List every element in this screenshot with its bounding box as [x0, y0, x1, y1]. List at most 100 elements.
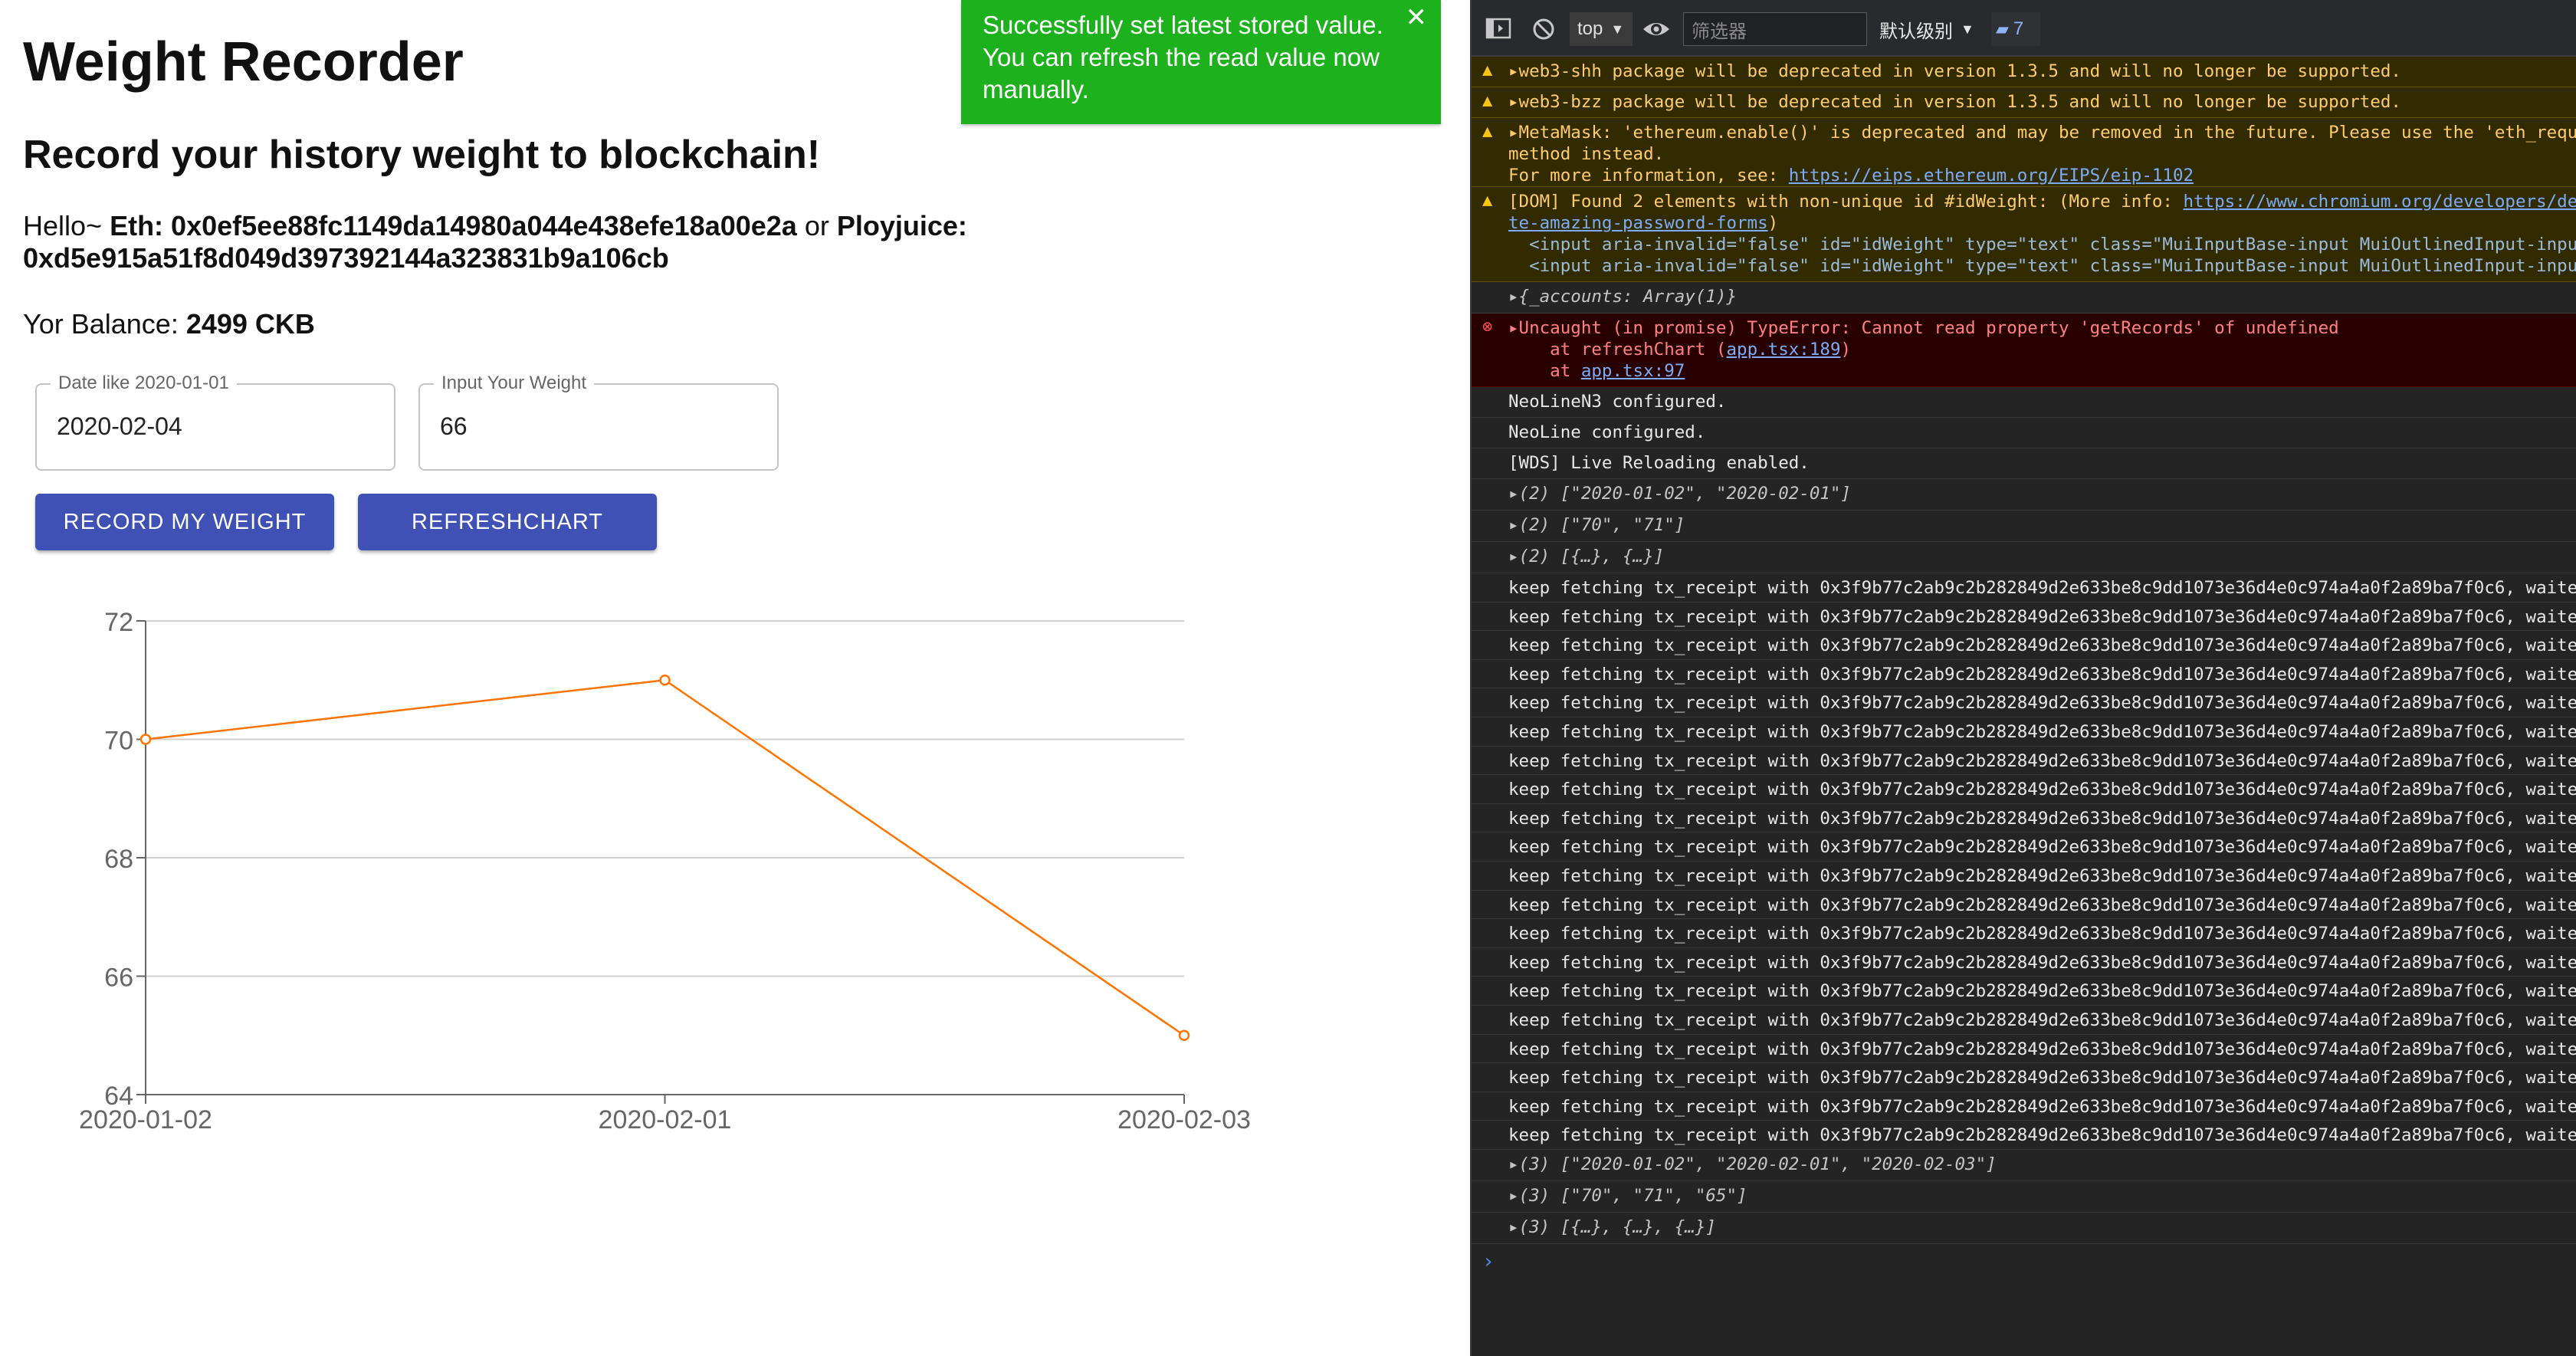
log-text: keep fetching tx_receipt with 0x3f9b77c2… — [1508, 1010, 2576, 1030]
console-message[interactable]: keep fetching tx_receipt with 0x3f9b77c2… — [1472, 832, 2576, 862]
date-field[interactable]: Date like 2020-01-01 2020-02-04 — [35, 373, 395, 471]
console-object[interactable]: ▸(3) ["2020-01-02", "2020-02-01", "2020-… — [1472, 1150, 2576, 1181]
log-text: ▸(2) [{…}, {…}] — [1508, 547, 1665, 566]
console-message[interactable]: NeoLineN3 configured. — [1472, 387, 2576, 418]
balance-value: 2499 CKB — [185, 308, 315, 340]
console-object[interactable]: ▸{_accounts: Array(1)} — [1472, 282, 2576, 314]
console-message[interactable]: keep fetching tx_receipt with 0x3f9b77c2… — [1472, 1035, 2576, 1064]
console-message[interactable]: keep fetching tx_receipt with 0x3f9b77c2… — [1472, 775, 2576, 804]
console-message[interactable]: [WDS] Live Reloading enabled. — [1472, 448, 2576, 479]
log-text: keep fetching tx_receipt with 0x3f9b77c2… — [1508, 1096, 2576, 1117]
page-title: Weight Recorder — [23, 31, 464, 93]
console-message[interactable]: keep fetching tx_receipt with 0x3f9b77c2… — [1472, 747, 2576, 776]
warning-icon: ▲ — [1482, 122, 1493, 141]
message-icon: ▰ — [1996, 19, 2009, 38]
console-message[interactable]: keep fetching tx_receipt with 0x3f9b77c2… — [1472, 573, 2576, 602]
context-selector-label: top — [1577, 18, 1603, 39]
eye-icon[interactable] — [1642, 18, 1671, 40]
console-object[interactable]: ▸(2) ["70", "71"] — [1472, 511, 2576, 542]
console-message[interactable]: keep fetching tx_receipt with 0x3f9b77c2… — [1472, 717, 2576, 747]
weight-field[interactable]: Input Your Weight 66 — [418, 373, 779, 471]
y-tick-label: 68 — [104, 845, 133, 874]
caret-down-icon: ▼ — [1961, 21, 1974, 37]
console-message[interactable]: keep fetching tx_receipt with 0x3f9b77c2… — [1472, 948, 2576, 977]
log-text: keep fetching tx_receipt with 0x3f9b77c2… — [1508, 780, 2576, 800]
log-text: ▸{_accounts: Array(1)} — [1508, 287, 1738, 307]
console-message[interactable]: keep fetching tx_receipt with 0x3f9b77c2… — [1472, 919, 2576, 948]
context-selector[interactable]: top ▼ — [1570, 12, 1633, 46]
log-text: keep fetching tx_receipt with 0x3f9b77c2… — [1508, 808, 2576, 829]
console-message[interactable]: keep fetching tx_receipt with 0x3f9b77c2… — [1472, 1006, 2576, 1035]
log-text: ▸(2) ["2020-01-02", "2020-02-01"] — [1508, 484, 1852, 504]
record-weight-button[interactable]: RECORD MY WEIGHT — [35, 494, 334, 550]
console-message[interactable]: keep fetching tx_receipt with 0x3f9b77c2… — [1472, 688, 2576, 717]
console-message[interactable]: keep fetching tx_receipt with 0x3f9b77c2… — [1472, 602, 2576, 632]
log-text: keep fetching tx_receipt with 0x3f9b77c2… — [1508, 693, 2576, 714]
log-text: keep fetching tx_receipt with 0x3f9b77c2… — [1508, 1068, 2576, 1088]
console-object[interactable]: ▸(3) [{…}, {…}, {…}] — [1472, 1213, 2576, 1244]
page-subtitle: Record your history weight to blockchain… — [23, 133, 821, 177]
caret-down-icon: ▼ — [1610, 21, 1625, 37]
console-object[interactable]: ▸(2) [{…}, {…}] — [1472, 542, 2576, 573]
console-message[interactable]: keep fetching tx_receipt with 0x3f9b77c2… — [1472, 1121, 2576, 1150]
console-prompt[interactable]: › — [1482, 1250, 1495, 1273]
console-filter-input[interactable]: 筛选器 — [1683, 12, 1867, 46]
account-info: Hello~ Eth: 0x0ef5ee88fc1149da14980a044e… — [23, 210, 989, 274]
log-text: NeoLine configured. — [1508, 422, 1706, 442]
log-text: ▸MetaMask: 'ethereum.enable()' is deprec… — [1508, 123, 2576, 186]
date-field-label: Date like 2020-01-01 — [51, 373, 237, 394]
console-warning[interactable]: ▲ ▸MetaMask: 'ethereum.enable()' is depre… — [1472, 118, 2576, 187]
console-object[interactable]: ▸(2) ["2020-01-02", "2020-02-01"] — [1472, 479, 2576, 511]
x-tick-label: 2020-02-03 — [1117, 1105, 1251, 1134]
console-message[interactable]: keep fetching tx_receipt with 0x3f9b77c2… — [1472, 977, 2576, 1006]
log-text: keep fetching tx_receipt with 0x3f9b77c2… — [1508, 837, 2576, 858]
log-text: [WDS] Live Reloading enabled. — [1508, 453, 1810, 473]
warning-icon: ▲ — [1482, 61, 1493, 80]
warning-icon: ▲ — [1482, 191, 1493, 210]
weight-input[interactable]: 66 — [440, 412, 468, 441]
close-icon[interactable]: ✕ — [1406, 2, 1428, 34]
console-message[interactable]: keep fetching tx_receipt with 0x3f9b77c2… — [1472, 1063, 2576, 1092]
console-message[interactable]: keep fetching tx_receipt with 0x3f9b77c2… — [1472, 660, 2576, 689]
log-text: keep fetching tx_receipt with 0x3f9b77c2… — [1508, 635, 2576, 656]
sidebar-toggle-icon[interactable] — [1485, 17, 1513, 40]
console-object[interactable]: ▸(3) ["70", "71", "65"] — [1472, 1181, 2576, 1213]
console-message[interactable]: keep fetching tx_receipt with 0x3f9b77c2… — [1472, 804, 2576, 833]
refresh-chart-button[interactable]: REFRESHCHART — [358, 494, 657, 550]
console-warning[interactable]: ▲ [DOM] Found 2 elements with non-unique … — [1472, 187, 2576, 282]
log-text: keep fetching tx_receipt with 0x3f9b77c2… — [1508, 952, 2576, 973]
y-tick-label: 70 — [104, 727, 133, 756]
log-text: keep fetching tx_receipt with 0x3f9b77c2… — [1508, 722, 2576, 742]
eth-address: Eth: 0x0ef5ee88fc1149da14980a044e438efe1… — [110, 210, 797, 241]
log-level-selector[interactable]: 默认级别 ▼ — [1879, 12, 1979, 46]
log-text: ▸(3) ["70", "71", "65"] — [1508, 1186, 1747, 1206]
data-point — [139, 734, 152, 745]
or-text: or — [796, 210, 837, 241]
log-text: keep fetching tx_receipt with 0x3f9b77c2… — [1508, 578, 2576, 598]
log-text: keep fetching tx_receipt with 0x3f9b77c2… — [1508, 895, 2576, 915]
app-pane: Weight Recorder Record your history weig… — [0, 0, 1470, 1356]
log-text: ▸web3-shh package will be deprecated in … — [1508, 61, 2401, 81]
log-text: keep fetching tx_receipt with 0x3f9b77c2… — [1508, 981, 2576, 1002]
date-input[interactable]: 2020-02-04 — [57, 412, 182, 441]
success-toast: Successfully set latest stored value. Yo… — [961, 0, 1441, 124]
console-message[interactable]: keep fetching tx_receipt with 0x3f9b77c2… — [1472, 891, 2576, 920]
error-icon: ⊗ — [1482, 317, 1493, 337]
log-text: keep fetching tx_receipt with 0x3f9b77c2… — [1508, 1125, 2576, 1146]
console-message[interactable]: keep fetching tx_receipt with 0x3f9b77c2… — [1472, 631, 2576, 660]
console-warning[interactable]: ▲ ▸web3-bzz package will be deprecated in… — [1472, 87, 2576, 118]
log-text: [DOM] Found 2 elements with non-unique i… — [1508, 192, 2576, 276]
balance-prefix: Yor Balance: — [23, 308, 186, 340]
log-text: ▸web3-bzz package will be deprecated in … — [1508, 92, 2401, 112]
data-point — [659, 675, 671, 686]
console-warning[interactable]: ▲ ▸web3-shh package will be deprecated in… — [1472, 57, 2576, 87]
clear-console-icon[interactable] — [1531, 17, 1556, 41]
console-error[interactable]: ⊗ ▸Uncaught (in promise) TypeError: Canno… — [1472, 314, 2576, 387]
devtools-panel: top ▼ 筛选器 默认级别 ▼ ▰ 7 ▲ ▸web3-shh package … — [1470, 0, 2576, 1356]
console-message[interactable]: NeoLine configured. — [1472, 418, 2576, 448]
console-message[interactable]: keep fetching tx_receipt with 0x3f9b77c2… — [1472, 862, 2576, 891]
log-text: ▸(3) ["2020-01-02", "2020-02-01", "2020-… — [1508, 1154, 1997, 1174]
console-message[interactable]: keep fetching tx_receipt with 0x3f9b77c2… — [1472, 1092, 2576, 1121]
log-text: keep fetching tx_receipt with 0x3f9b77c2… — [1508, 866, 2576, 886]
messages-badge[interactable]: ▰ 7 — [1991, 12, 2040, 46]
